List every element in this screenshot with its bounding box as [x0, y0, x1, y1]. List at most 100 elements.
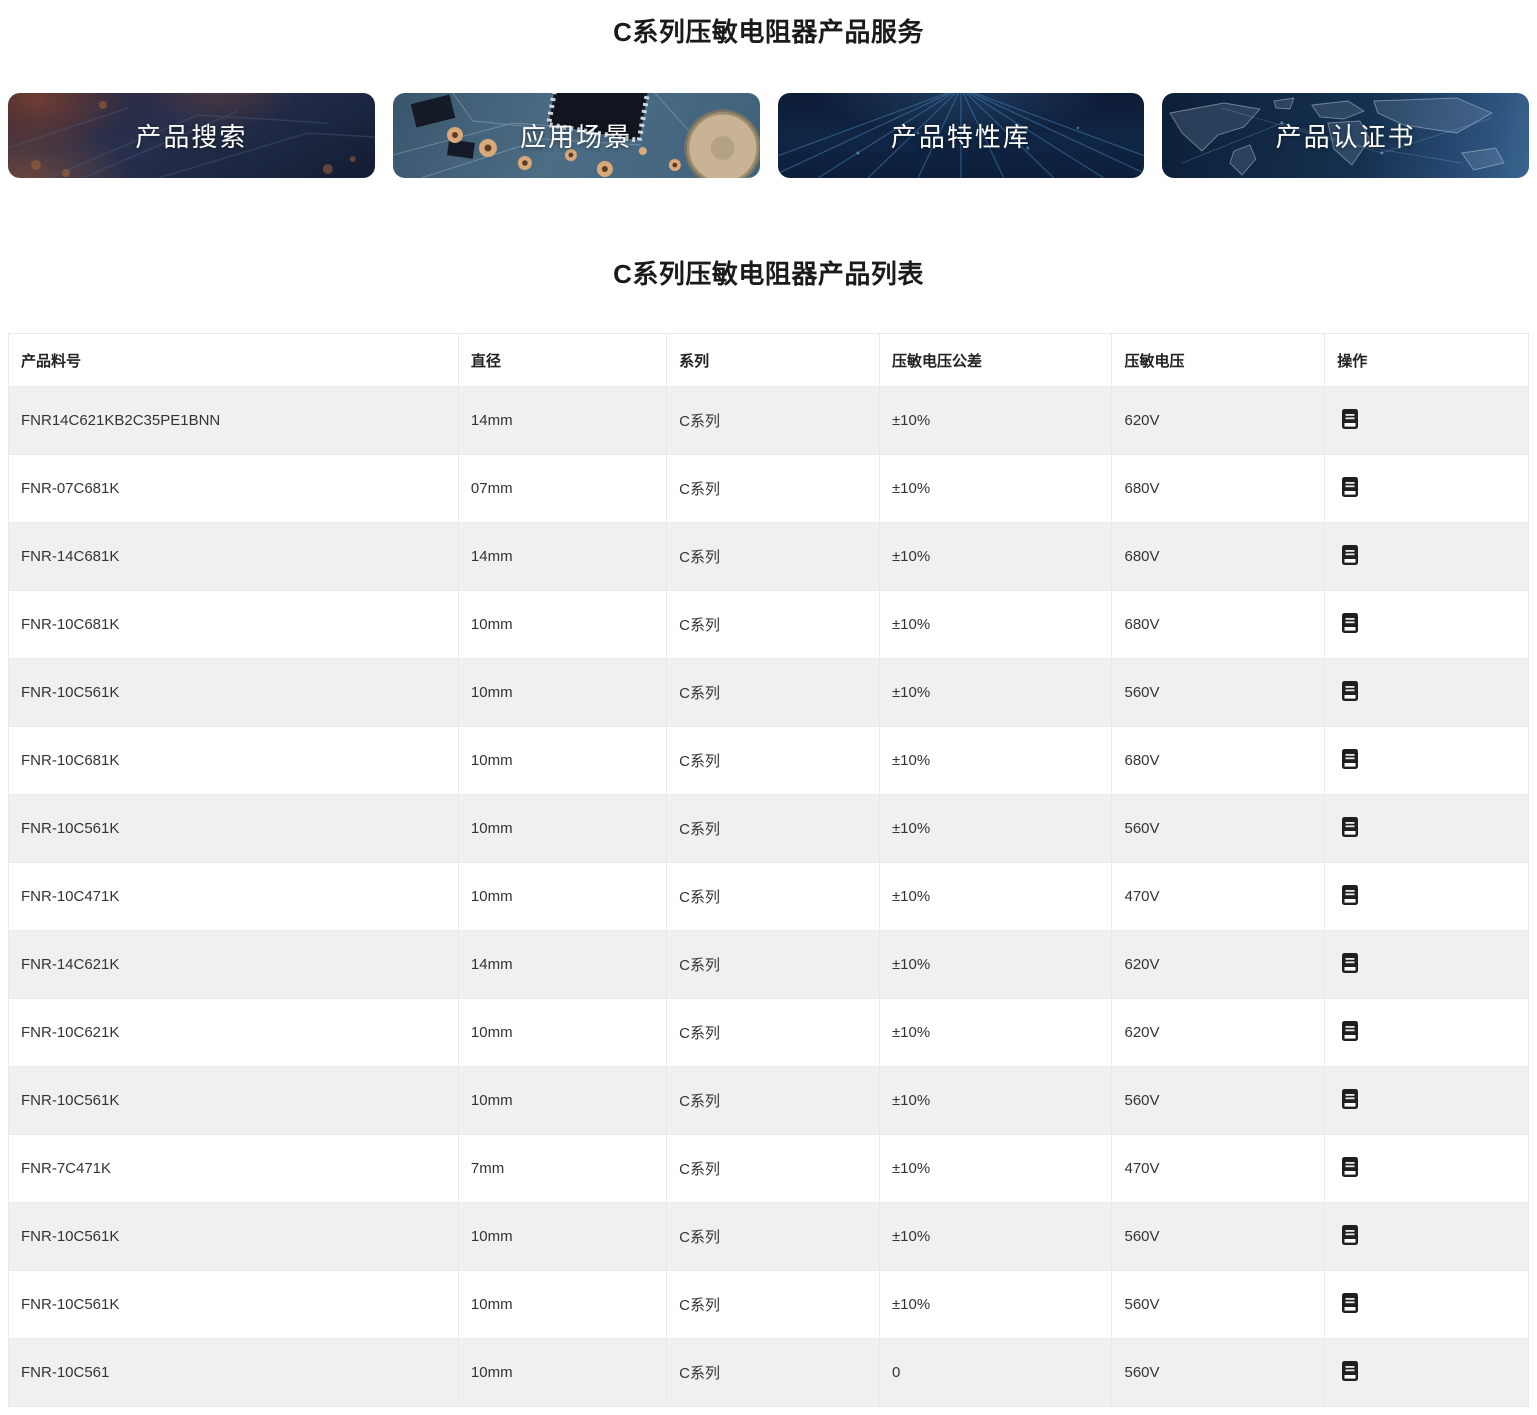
diameter-cell: 10mm	[458, 1203, 666, 1271]
nav-card-label: 应用场景	[520, 117, 632, 154]
view-detail-button[interactable]	[1341, 1156, 1359, 1178]
series-cell: C系列	[667, 1203, 880, 1271]
table-row: FNR14C621KB2C35PE1BNN14mmC系列±10%620V	[9, 387, 1529, 455]
view-detail-button[interactable]	[1341, 1360, 1359, 1382]
diameter-cell: 14mm	[458, 931, 666, 999]
notebook-icon	[1341, 1156, 1359, 1178]
column-header-diameter: 直径	[458, 334, 666, 387]
diameter-cell: 07mm	[458, 455, 666, 523]
part-number-cell: FNR14C621KB2C35PE1BNN	[9, 387, 459, 455]
table-row: FNR-07C681K07mmC系列±10%680V	[9, 455, 1529, 523]
series-cell: C系列	[667, 795, 880, 863]
table-row: FNR-10C561K10mmC系列±10%560V	[9, 659, 1529, 727]
nav-card-product-characteristics[interactable]: 产品特性库	[778, 93, 1145, 178]
diameter-cell: 14mm	[458, 387, 666, 455]
voltage-cell: 560V	[1112, 795, 1325, 863]
action-cell	[1325, 1067, 1529, 1135]
series-cell: C系列	[667, 591, 880, 659]
notebook-icon	[1341, 884, 1359, 906]
notebook-icon	[1341, 476, 1359, 498]
voltage-cell: 680V	[1112, 523, 1325, 591]
voltage-cell: 560V	[1112, 1067, 1325, 1135]
part-number-cell: FNR-10C561K	[9, 1067, 459, 1135]
part-number-cell: FNR-10C471K	[9, 863, 459, 931]
diameter-cell: 14mm	[458, 523, 666, 591]
action-cell	[1325, 455, 1529, 523]
part-number-cell: FNR-10C681K	[9, 591, 459, 659]
action-cell	[1325, 931, 1529, 999]
tolerance-cell: ±10%	[879, 1203, 1112, 1271]
nav-card-product-certificates[interactable]: 产品认证书	[1162, 93, 1529, 178]
view-detail-button[interactable]	[1341, 952, 1359, 974]
action-cell	[1325, 1135, 1529, 1203]
product-table-body: FNR14C621KB2C35PE1BNN14mmC系列±10%620V FNR…	[9, 387, 1529, 1407]
notebook-icon	[1341, 680, 1359, 702]
view-detail-button[interactable]	[1341, 476, 1359, 498]
view-detail-button[interactable]	[1341, 1088, 1359, 1110]
diameter-cell: 10mm	[458, 1067, 666, 1135]
table-row: FNR-10C621K10mmC系列±10%620V	[9, 999, 1529, 1067]
view-detail-button[interactable]	[1341, 408, 1359, 430]
part-number-cell: FNR-10C561K	[9, 1271, 459, 1339]
view-detail-button[interactable]	[1341, 1224, 1359, 1246]
view-detail-button[interactable]	[1341, 748, 1359, 770]
view-detail-button[interactable]	[1341, 612, 1359, 634]
notebook-icon	[1341, 1224, 1359, 1246]
part-number-cell: FNR-10C621K	[9, 999, 459, 1067]
column-header-series: 系列	[667, 334, 880, 387]
tolerance-cell: ±10%	[879, 999, 1112, 1067]
diameter-cell: 10mm	[458, 727, 666, 795]
nav-card-application-scenes[interactable]: 应用场景	[393, 93, 760, 178]
product-table: 产品料号直径系列压敏电压公差压敏电压操作 FNR14C621KB2C35PE1B…	[8, 333, 1529, 1407]
action-cell	[1325, 863, 1529, 931]
view-detail-button[interactable]	[1341, 816, 1359, 838]
notebook-icon	[1341, 1360, 1359, 1382]
notebook-icon	[1341, 816, 1359, 838]
nav-card-label: 产品搜索	[135, 117, 247, 154]
view-detail-button[interactable]	[1341, 680, 1359, 702]
part-number-cell: FNR-14C621K	[9, 931, 459, 999]
diameter-cell: 10mm	[458, 795, 666, 863]
column-header-varistor-voltage: 压敏电压	[1112, 334, 1325, 387]
view-detail-button[interactable]	[1341, 1292, 1359, 1314]
diameter-cell: 10mm	[458, 1271, 666, 1339]
table-row: FNR-10C681K10mmC系列±10%680V	[9, 591, 1529, 659]
tolerance-cell: 0	[879, 1339, 1112, 1407]
nav-card-product-search[interactable]: 产品搜索	[8, 93, 375, 178]
view-detail-button[interactable]	[1341, 884, 1359, 906]
view-detail-button[interactable]	[1341, 1020, 1359, 1042]
voltage-cell: 620V	[1112, 931, 1325, 999]
voltage-cell: 620V	[1112, 387, 1325, 455]
part-number-cell: FNR-7C471K	[9, 1135, 459, 1203]
tolerance-cell: ±10%	[879, 863, 1112, 931]
voltage-cell: 560V	[1112, 659, 1325, 727]
nav-card-label: 产品特性库	[891, 117, 1031, 154]
table-row: FNR-7C471K7mmC系列±10%470V	[9, 1135, 1529, 1203]
tolerance-cell: ±10%	[879, 591, 1112, 659]
voltage-cell: 620V	[1112, 999, 1325, 1067]
voltage-cell: 680V	[1112, 727, 1325, 795]
tolerance-cell: ±10%	[879, 387, 1112, 455]
column-header-voltage-tolerance: 压敏电压公差	[879, 334, 1112, 387]
nav-cards: 产品搜索 应用场景	[8, 93, 1529, 178]
series-cell: C系列	[667, 863, 880, 931]
tolerance-cell: ±10%	[879, 523, 1112, 591]
voltage-cell: 680V	[1112, 455, 1325, 523]
action-cell	[1325, 727, 1529, 795]
tolerance-cell: ±10%	[879, 455, 1112, 523]
action-cell	[1325, 1203, 1529, 1271]
action-cell	[1325, 591, 1529, 659]
action-cell	[1325, 795, 1529, 863]
diameter-cell: 7mm	[458, 1135, 666, 1203]
tolerance-cell: ±10%	[879, 659, 1112, 727]
series-cell: C系列	[667, 387, 880, 455]
diameter-cell: 10mm	[458, 1339, 666, 1407]
action-cell	[1325, 659, 1529, 727]
view-detail-button[interactable]	[1341, 544, 1359, 566]
action-cell	[1325, 1339, 1529, 1407]
table-row: FNR-14C621K14mmC系列±10%620V	[9, 931, 1529, 999]
notebook-icon	[1341, 408, 1359, 430]
notebook-icon	[1341, 1088, 1359, 1110]
table-row: FNR-10C561K10mmC系列±10%560V	[9, 1203, 1529, 1271]
table-header-row: 产品料号直径系列压敏电压公差压敏电压操作	[9, 334, 1529, 387]
